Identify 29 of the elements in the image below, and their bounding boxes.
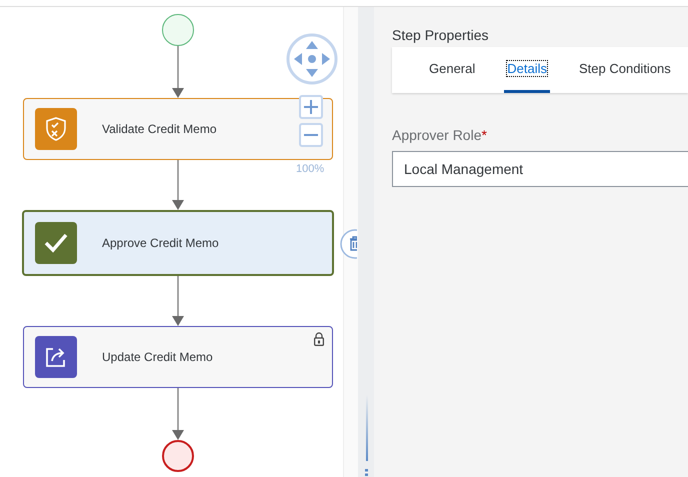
task-label: Validate Credit Memo bbox=[102, 122, 216, 136]
shield-icon bbox=[45, 116, 67, 142]
connector-arrow bbox=[172, 46, 184, 98]
required-mark: * bbox=[482, 127, 487, 143]
grip-icon[interactable] bbox=[365, 469, 369, 476]
task-node[interactable]: Approve Credit Memo bbox=[22, 210, 334, 276]
field-label: Approver Role* bbox=[392, 127, 488, 143]
panel-title: Step Properties bbox=[392, 27, 490, 43]
zoom-in-button[interactable] bbox=[299, 95, 323, 119]
task-label: Approve Credit Memo bbox=[102, 236, 219, 250]
delete-icon[interactable] bbox=[340, 228, 357, 260]
tab[interactable]: Details bbox=[504, 47, 550, 93]
zoom-level: 100% bbox=[296, 163, 324, 175]
start-event[interactable] bbox=[162, 14, 194, 46]
connector-arrow bbox=[172, 276, 184, 326]
zoom-out-button[interactable] bbox=[299, 123, 323, 147]
connector-arrow bbox=[172, 160, 184, 210]
plus-icon bbox=[304, 100, 318, 114]
task-node[interactable]: Validate Credit Memo bbox=[23, 98, 333, 160]
task-node[interactable]: Update Credit Memo bbox=[23, 326, 333, 388]
share-icon bbox=[44, 345, 68, 369]
connector-arrow bbox=[172, 388, 184, 440]
checkmark-icon bbox=[44, 233, 68, 253]
tab[interactable]: General bbox=[426, 47, 478, 93]
pan-control-icon[interactable] bbox=[286, 33, 338, 85]
approver-role-field[interactable]: Local Management bbox=[392, 151, 688, 187]
task-label: Update Credit Memo bbox=[102, 350, 213, 364]
end-event[interactable] bbox=[162, 440, 194, 472]
tab[interactable]: Step Conditions bbox=[576, 47, 674, 93]
